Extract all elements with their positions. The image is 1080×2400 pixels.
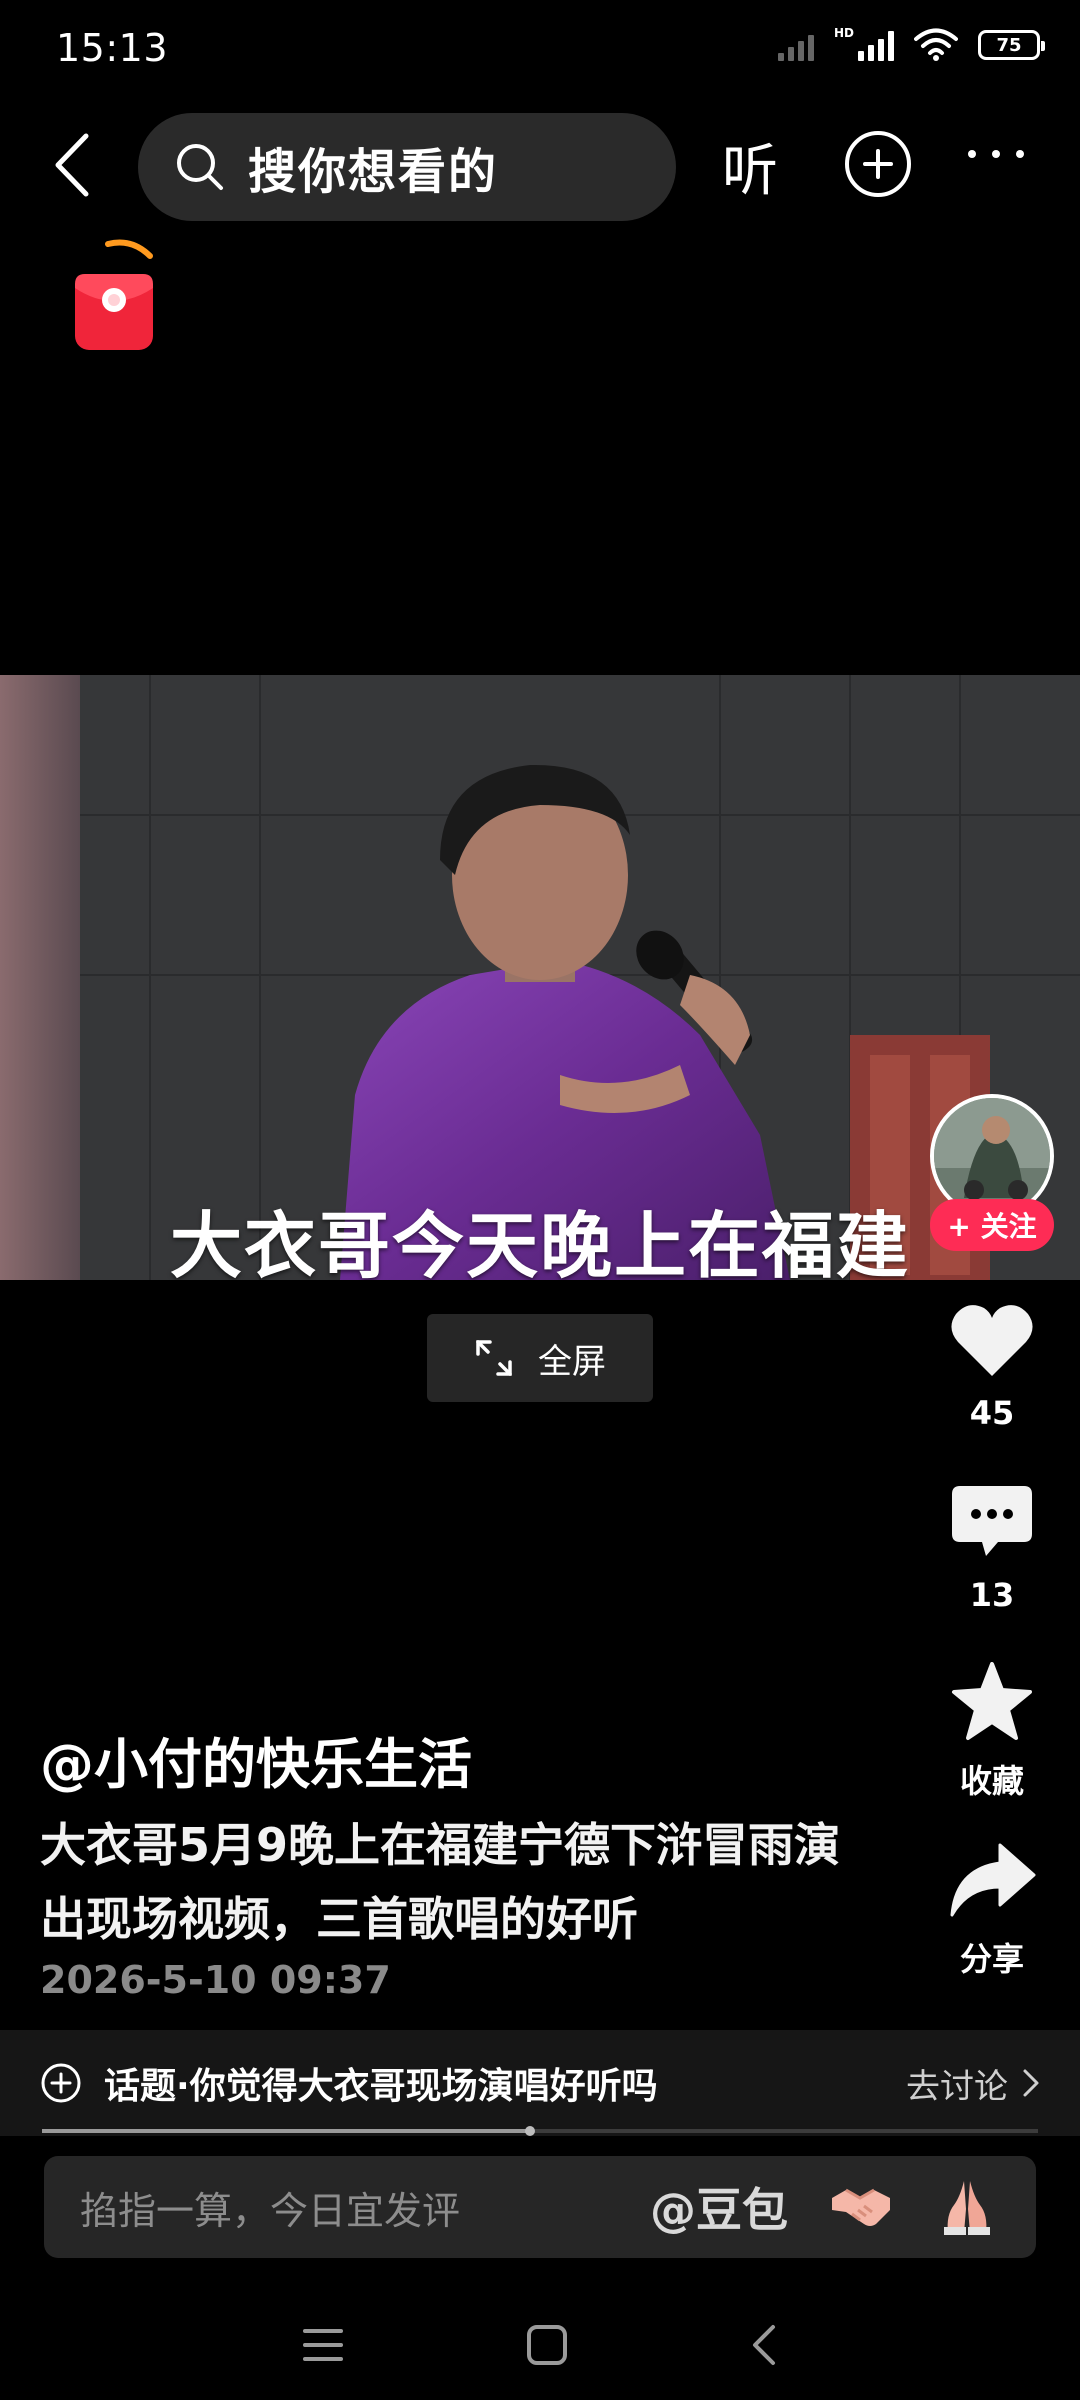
search-placeholder: 搜你想看的 — [248, 144, 499, 200]
video-caption: 大衣哥今天晚上在福建 — [169, 1204, 910, 1280]
handshake-icon — [832, 2188, 890, 2226]
comment-icon-wrap — [930, 1472, 1054, 1572]
pray-hands-icon — [944, 2181, 990, 2235]
comment-count: 13 — [969, 1576, 1015, 1614]
network-tag: HD — [833, 26, 854, 40]
chevron-right-icon — [1023, 2069, 1039, 2097]
star-icon — [952, 1662, 1032, 1740]
like-action[interactable]: 45 — [930, 1290, 1054, 1432]
pray-emoji-button[interactable] — [934, 2174, 1000, 2240]
favorite-icon-wrap — [930, 1652, 1054, 1752]
status-icons: HD 75 — [777, 26, 1045, 62]
comment-input[interactable]: 掐指一算，今日宜发评 @豆包 — [44, 2156, 1036, 2258]
topic-text: 话题·你觉得大衣哥现场演唱好听吗 — [104, 2066, 658, 2107]
comment-placeholder: 掐指一算，今日宜发评 — [80, 2188, 461, 2233]
discuss-link[interactable]: 去讨论 — [906, 2059, 1040, 2108]
avatar-image — [934, 1098, 1050, 1214]
add-button[interactable] — [845, 131, 911, 197]
home-icon[interactable] — [525, 2323, 569, 2367]
progress-handle[interactable] — [525, 2126, 535, 2136]
status-bar: 15:13 HD 75 — [0, 0, 1080, 100]
fullscreen-label: 全屏 — [538, 1341, 606, 1382]
signal-sim1-icon — [858, 29, 894, 61]
share-label: 分享 — [959, 1940, 1024, 1978]
favorite-action[interactable]: 收藏 — [930, 1652, 1054, 1802]
plus-icon — [863, 149, 893, 179]
comment-icon — [952, 1486, 1032, 1556]
more-button[interactable] — [968, 150, 1024, 158]
handshake-emoji-button[interactable] — [828, 2174, 894, 2240]
chevron-left-icon — [55, 133, 89, 197]
share-arrow-icon — [950, 1843, 1036, 1917]
follow-button[interactable]: + 关注 — [930, 1199, 1054, 1251]
mention-button[interactable]: @豆包 — [650, 2174, 788, 2240]
battery-indicator: 75 — [978, 30, 1045, 60]
post-date: 2026-5-10 09:37 — [40, 1958, 391, 2002]
comment-action[interactable]: 13 — [930, 1472, 1054, 1614]
share-action[interactable]: 分享 — [930, 1830, 1054, 1980]
menu-icon[interactable] — [301, 2325, 345, 2365]
heart-icon — [951, 1305, 1033, 1376]
more-dots-icon — [968, 150, 976, 158]
wifi-icon — [914, 28, 958, 61]
discuss-label: 去讨论 — [906, 2066, 1008, 2107]
system-back-icon[interactable] — [749, 2323, 779, 2367]
search-icon — [177, 144, 223, 190]
favorite-label: 收藏 — [959, 1762, 1024, 1800]
author-name[interactable]: @小付的快乐生活 — [40, 1720, 472, 1799]
status-time: 15:13 — [56, 26, 169, 70]
red-packet-icon[interactable] — [70, 232, 160, 354]
post-description: 大衣哥5月9晚上在福建宁德下浒冒雨演出现场视频，三首歌唱的好听 — [40, 1818, 841, 1946]
video-player[interactable]: 大衣哥今天晚上在福建 — [0, 675, 1080, 1280]
system-navigation-bar — [0, 2290, 1080, 2400]
listen-button[interactable]: 听 — [722, 126, 778, 207]
like-icon-wrap — [930, 1290, 1054, 1390]
signal-sim2-icon — [777, 29, 814, 61]
progress-fill — [42, 2129, 530, 2133]
back-button[interactable] — [42, 125, 102, 205]
like-count: 45 — [969, 1394, 1015, 1432]
expand-icon — [476, 1340, 512, 1376]
plus-circle-icon — [41, 2063, 81, 2103]
search-input[interactable]: 搜你想看的 — [138, 113, 676, 221]
fullscreen-button[interactable]: 全屏 — [427, 1314, 653, 1402]
topic-bar[interactable]: 话题·你觉得大衣哥现场演唱好听吗 去讨论 — [0, 2030, 1080, 2136]
share-icon-wrap — [930, 1830, 1054, 1930]
